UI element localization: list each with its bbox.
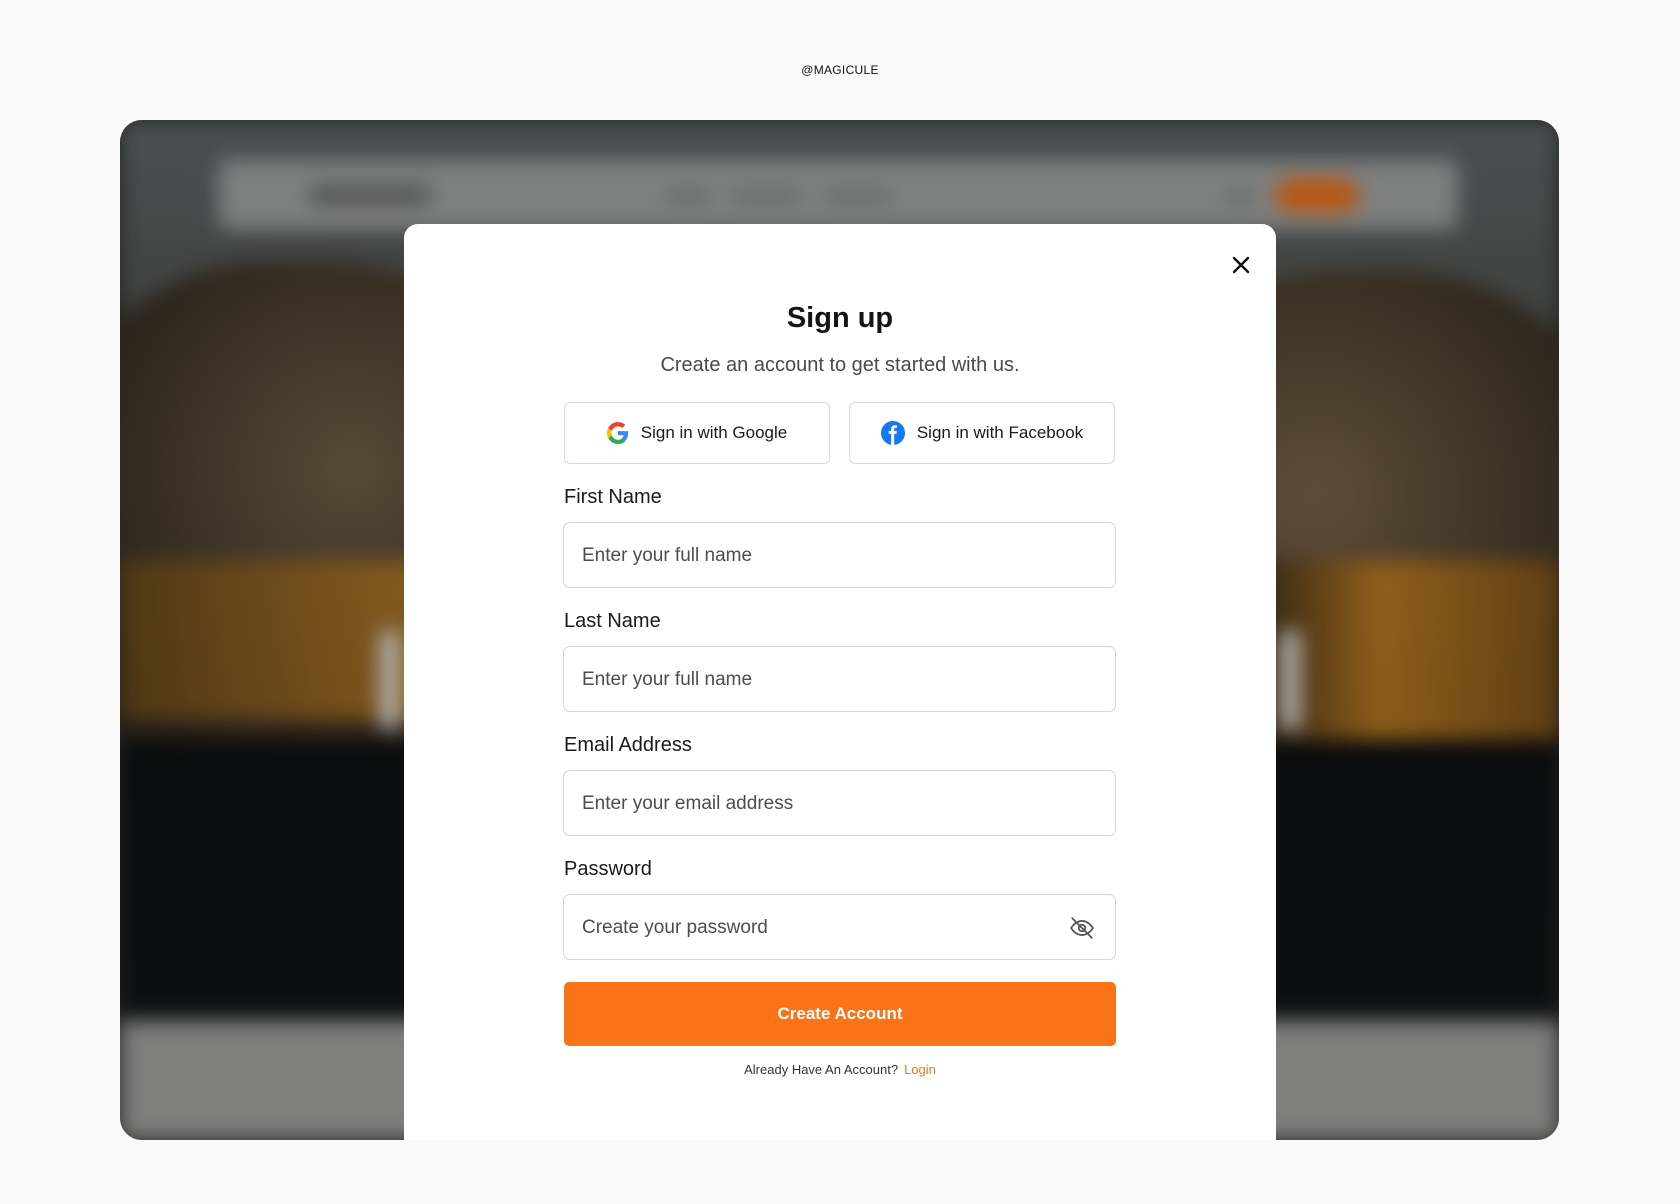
last-name-label: Last Name bbox=[564, 610, 661, 632]
last-name-field[interactable] bbox=[563, 646, 1116, 713]
first-name-field[interactable] bbox=[563, 522, 1116, 589]
facebook-button-label: Sign in with Facebook bbox=[916, 423, 1084, 442]
email-label: Email Address bbox=[564, 734, 692, 756]
modal-title: Sign up bbox=[786, 302, 894, 334]
first-name-label: First Name bbox=[564, 486, 662, 508]
login-prompt: Already Have An Account? Login bbox=[404, 1062, 1276, 1077]
password-input[interactable] bbox=[580, 895, 1064, 961]
close-icon bbox=[1232, 256, 1250, 274]
login-link[interactable]: Login bbox=[904, 1062, 936, 1077]
modal-subtitle: Create an account to get started with us… bbox=[660, 354, 1020, 376]
password-field[interactable] bbox=[563, 894, 1116, 961]
facebook-signin-button[interactable]: Sign in with Facebook bbox=[849, 402, 1115, 464]
google-icon bbox=[606, 422, 628, 444]
create-account-button[interactable]: Create Account bbox=[564, 982, 1116, 1046]
google-signin-button[interactable]: Sign in with Google bbox=[564, 402, 830, 464]
last-name-input[interactable] bbox=[580, 647, 1064, 713]
login-prompt-text: Already Have An Account? bbox=[744, 1062, 899, 1077]
password-label: Password bbox=[564, 858, 652, 880]
facebook-icon bbox=[880, 421, 905, 445]
watermark: @MAGICULE bbox=[801, 63, 879, 77]
password-visibility-toggle[interactable] bbox=[1069, 915, 1095, 941]
eye-off-icon bbox=[1070, 917, 1094, 939]
first-name-input[interactable] bbox=[580, 523, 1064, 589]
signup-modal: Sign up Create an account to get started… bbox=[404, 224, 1276, 1140]
email-input[interactable] bbox=[580, 771, 1064, 837]
email-field[interactable] bbox=[563, 770, 1116, 837]
close-button[interactable] bbox=[1224, 248, 1258, 282]
google-button-label: Sign in with Google bbox=[640, 423, 788, 442]
